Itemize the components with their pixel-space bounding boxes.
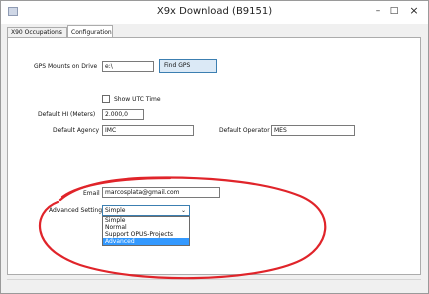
annotation-strokes — [38, 176, 327, 280]
annotation-ellipse — [38, 176, 327, 280]
